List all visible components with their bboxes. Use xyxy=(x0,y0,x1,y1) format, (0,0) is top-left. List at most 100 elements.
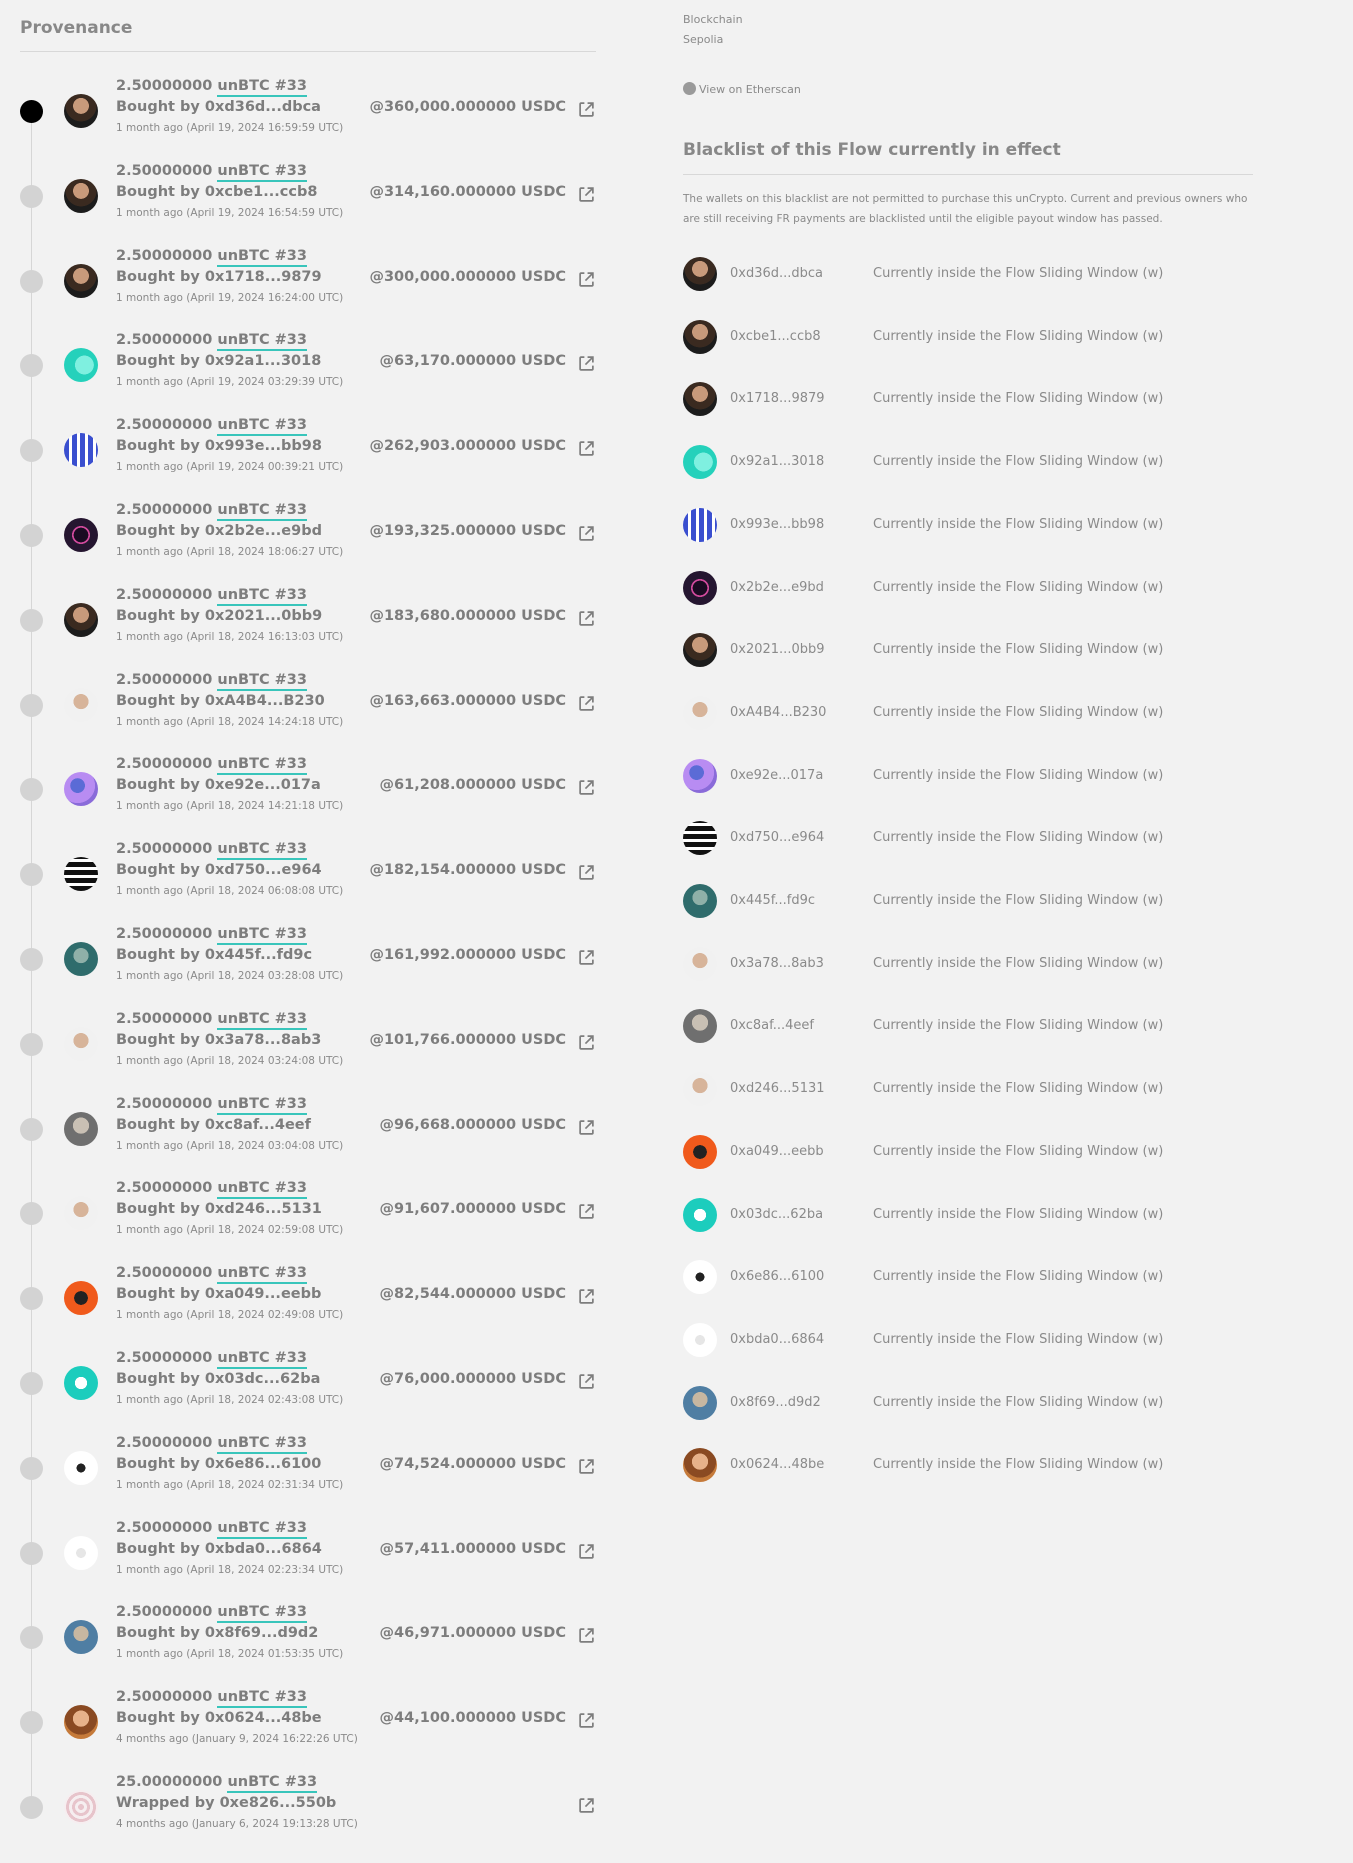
token-link[interactable]: unBTC #33 xyxy=(217,1604,307,1624)
buyer-address[interactable]: 0xcbe1...ccb8 xyxy=(205,184,318,200)
external-link-icon[interactable] xyxy=(578,440,595,457)
external-link-icon[interactable] xyxy=(578,1034,595,1051)
wallet-address[interactable]: 0x445f...fd9c xyxy=(730,893,815,908)
wallet-address[interactable]: 0xd246...5131 xyxy=(730,1081,825,1096)
wallet-address[interactable]: 0xd36d...dbca xyxy=(730,266,823,281)
buyer-address[interactable]: 0x3a78...8ab3 xyxy=(205,1032,321,1048)
token-link[interactable]: unBTC #33 xyxy=(217,671,307,691)
wallet-address[interactable]: 0xA4B4...B230 xyxy=(730,705,826,720)
buyer-line: Bought by 0xd750...e964 xyxy=(116,862,322,878)
wallet-address[interactable]: 0x03dc...62ba xyxy=(730,1207,823,1222)
view-on-etherscan-link[interactable]: View on Etherscan xyxy=(683,82,801,96)
external-link-icon[interactable] xyxy=(578,525,595,542)
external-link-icon[interactable] xyxy=(578,271,595,288)
amount: 2.50000000 xyxy=(116,1519,213,1536)
external-link-icon[interactable] xyxy=(578,1797,595,1814)
buyer-address[interactable]: 0xa049...eebb xyxy=(205,1286,321,1302)
buyer-address[interactable]: 0x03dc...62ba xyxy=(205,1371,320,1387)
token-link[interactable]: unBTC #33 xyxy=(217,1519,307,1539)
token-link[interactable]: unBTC #33 xyxy=(217,1095,307,1115)
token-link[interactable]: unBTC #33 xyxy=(217,586,307,606)
external-link-icon[interactable] xyxy=(578,186,595,203)
amount-line: 2.50000000 unBTC #33 xyxy=(116,247,307,267)
token-link[interactable]: unBTC #33 xyxy=(217,162,307,182)
buyer-address[interactable]: 0xe92e...017a xyxy=(205,777,321,793)
external-link-icon[interactable] xyxy=(578,1119,595,1136)
amount: 2.50000000 xyxy=(116,162,213,179)
external-link-icon[interactable] xyxy=(578,695,595,712)
external-link-icon[interactable] xyxy=(578,1373,595,1390)
token-link[interactable]: unBTC #33 xyxy=(217,926,307,945)
token-link[interactable]: unBTC #33 xyxy=(217,1265,307,1285)
buyer-address[interactable]: 0x92a1...3018 xyxy=(205,353,321,369)
external-link-icon[interactable] xyxy=(578,101,595,118)
wallet-address[interactable]: 0x92a1...3018 xyxy=(730,454,824,469)
buyer-address[interactable]: 0x2021...0bb9 xyxy=(205,608,322,624)
wallet-address[interactable]: 0xa049...eebb xyxy=(730,1144,824,1159)
token-link[interactable]: unBTC #33 xyxy=(217,1434,307,1454)
token-link[interactable]: unBTC #33 xyxy=(217,756,307,776)
wallet-address[interactable]: 0x0624...48be xyxy=(730,1457,824,1472)
buyer-address[interactable]: 0xc8af...4eef xyxy=(205,1117,311,1133)
external-link-icon[interactable] xyxy=(578,949,595,966)
external-link-icon[interactable] xyxy=(578,779,595,796)
token-link[interactable]: unBTC #33 xyxy=(217,841,307,861)
token-link[interactable]: unBTC #33 xyxy=(217,78,307,97)
external-link-icon[interactable] xyxy=(578,1458,595,1475)
token-link[interactable]: unBTC #33 xyxy=(217,1010,307,1030)
timestamp: 1 month ago (April 19, 2024 16:54:59 UTC… xyxy=(116,206,344,219)
wallet-address[interactable]: 0xcbe1...ccb8 xyxy=(730,329,821,344)
external-link-icon[interactable] xyxy=(578,1627,595,1644)
wallet-address[interactable]: 0xbda0...6864 xyxy=(730,1332,824,1347)
external-link-icon[interactable] xyxy=(578,610,595,627)
buyer-address[interactable]: 0x993e...bb98 xyxy=(205,438,322,454)
token-link[interactable]: unBTC #33 xyxy=(217,502,307,521)
external-link-icon[interactable] xyxy=(578,1712,595,1729)
external-link-icon[interactable] xyxy=(578,1543,595,1560)
buyer-address[interactable]: 0x0624...48be xyxy=(205,1710,322,1726)
price: @61,208.000000 USDC xyxy=(379,777,566,794)
external-link-icon[interactable] xyxy=(578,864,595,881)
buyer-address[interactable]: 0xd246...5131 xyxy=(205,1201,322,1217)
wallet-address[interactable]: 0xe92e...017a xyxy=(730,768,823,783)
buyer-address[interactable]: 0xe826...550b xyxy=(220,1795,337,1811)
wallet-address[interactable]: 0xc8af...4eef xyxy=(730,1018,814,1033)
wallet-avatar xyxy=(683,1322,717,1357)
external-link-icon[interactable] xyxy=(578,355,595,372)
wallet-address[interactable]: 0x993e...bb98 xyxy=(730,517,824,532)
buyer-address[interactable]: 0x445f...fd9c xyxy=(205,947,312,963)
buyer-address[interactable]: 0x8f69...d9d2 xyxy=(205,1625,318,1641)
token-link[interactable]: unBTC #33 xyxy=(217,1180,307,1200)
buyer-address[interactable]: 0x2b2e...e9bd xyxy=(205,523,322,539)
wallet-address[interactable]: 0x3a78...8ab3 xyxy=(730,956,824,971)
buyer-address[interactable]: 0xA4B4...B230 xyxy=(205,693,325,709)
external-link-icon[interactable] xyxy=(578,1203,595,1220)
buyer-line: Bought by 0xa049...eebb xyxy=(116,1286,321,1302)
action-label: Bought by xyxy=(116,1540,200,1557)
amount-line: 2.50000000 unBTC #33 xyxy=(116,502,307,521)
token-link[interactable]: unBTC #33 xyxy=(227,1774,318,1793)
action-label: Bought by xyxy=(116,183,200,200)
wallet-address[interactable]: 0xd750...e964 xyxy=(730,830,824,845)
external-link-icon[interactable] xyxy=(578,1288,595,1305)
token-link[interactable]: unBTC #33 xyxy=(217,1689,307,1709)
timeline-dot xyxy=(20,1117,43,1141)
buyer-address[interactable]: 0x1718...9879 xyxy=(205,269,322,285)
action-label: Bought by xyxy=(116,99,200,115)
buyer-address[interactable]: 0xbda0...6864 xyxy=(205,1541,322,1557)
wallet-address[interactable]: 0x2021...0bb9 xyxy=(730,642,825,657)
amount: 2.50000000 xyxy=(116,1689,213,1706)
token-link[interactable]: unBTC #33 xyxy=(217,332,307,352)
wallet-address[interactable]: 0x6e86...6100 xyxy=(730,1269,824,1284)
token-link[interactable]: unBTC #33 xyxy=(217,417,307,437)
wallet-address[interactable]: 0x2b2e...e9bd xyxy=(730,580,824,595)
token-link[interactable]: unBTC #33 xyxy=(217,1350,307,1369)
buyer-address[interactable]: 0x6e86...6100 xyxy=(205,1456,321,1472)
buyer-address[interactable]: 0xd750...e964 xyxy=(205,862,322,878)
wallet-address[interactable]: 0x1718...9879 xyxy=(730,391,825,406)
provenance-item: 2.50000000 unBTC #33 Bought by 0xbda0...6… xyxy=(0,1516,600,1594)
token-link[interactable]: unBTC #33 xyxy=(217,247,307,267)
buyer-address[interactable]: 0xd36d...dbca xyxy=(205,99,321,115)
wallet-address[interactable]: 0x8f69...d9d2 xyxy=(730,1395,821,1410)
wallet-avatar xyxy=(683,1448,717,1483)
